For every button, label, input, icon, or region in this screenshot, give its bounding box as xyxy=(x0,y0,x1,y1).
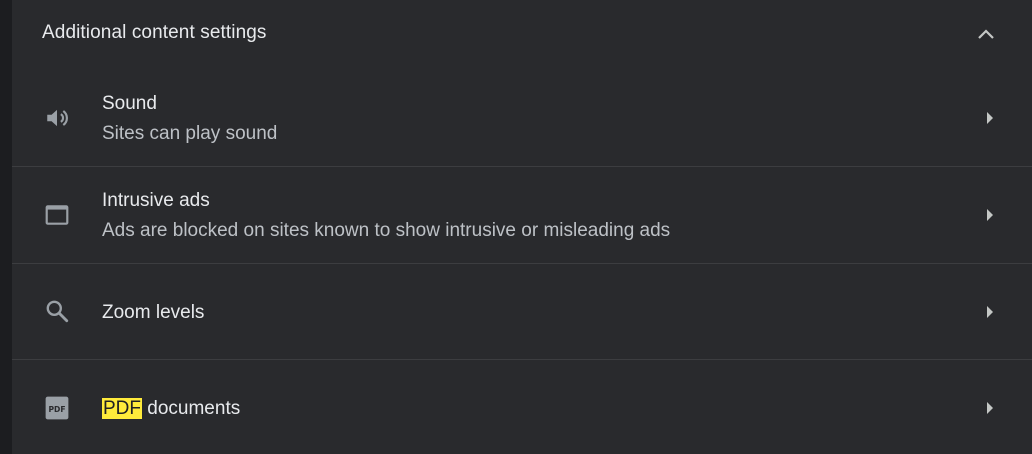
pdf-documents-row[interactable]: PDF PDF documents xyxy=(12,359,1032,454)
intrusive-ads-row[interactable]: Intrusive ads Ads are blocked on sites k… xyxy=(12,166,1032,263)
arrow-right-icon xyxy=(982,207,998,223)
svg-text:PDF: PDF xyxy=(48,405,65,414)
arrow-right-icon xyxy=(982,400,998,416)
search-highlight: PDF xyxy=(102,398,142,419)
sound-description: Sites can play sound xyxy=(102,123,278,144)
intrusive-ads-label: Intrusive ads xyxy=(102,190,210,211)
zoom-levels-label: Zoom levels xyxy=(102,302,205,323)
chevron-up-icon xyxy=(978,29,994,39)
pdf-icon: PDF xyxy=(44,395,70,421)
collapse-button[interactable] xyxy=(970,18,1002,50)
settings-card: Additional content settings Sound Sites … xyxy=(12,0,1032,454)
arrow-right-icon xyxy=(982,110,998,126)
sound-row[interactable]: Sound Sites can play sound xyxy=(12,70,1032,166)
pdf-documents-label-rest: documents xyxy=(142,398,241,419)
search-icon xyxy=(44,298,70,324)
arrow-right-icon xyxy=(982,304,998,320)
section-header[interactable]: Additional content settings xyxy=(12,0,1032,70)
left-rail xyxy=(0,0,12,454)
speaker-icon xyxy=(44,105,70,131)
section-title: Additional content settings xyxy=(42,22,267,43)
intrusive-ads-description: Ads are blocked on sites known to show i… xyxy=(102,220,671,241)
window-icon xyxy=(44,202,70,228)
pdf-documents-label: PDF documents xyxy=(102,398,240,420)
sound-label: Sound xyxy=(102,93,157,114)
zoom-levels-row[interactable]: Zoom levels xyxy=(12,263,1032,359)
